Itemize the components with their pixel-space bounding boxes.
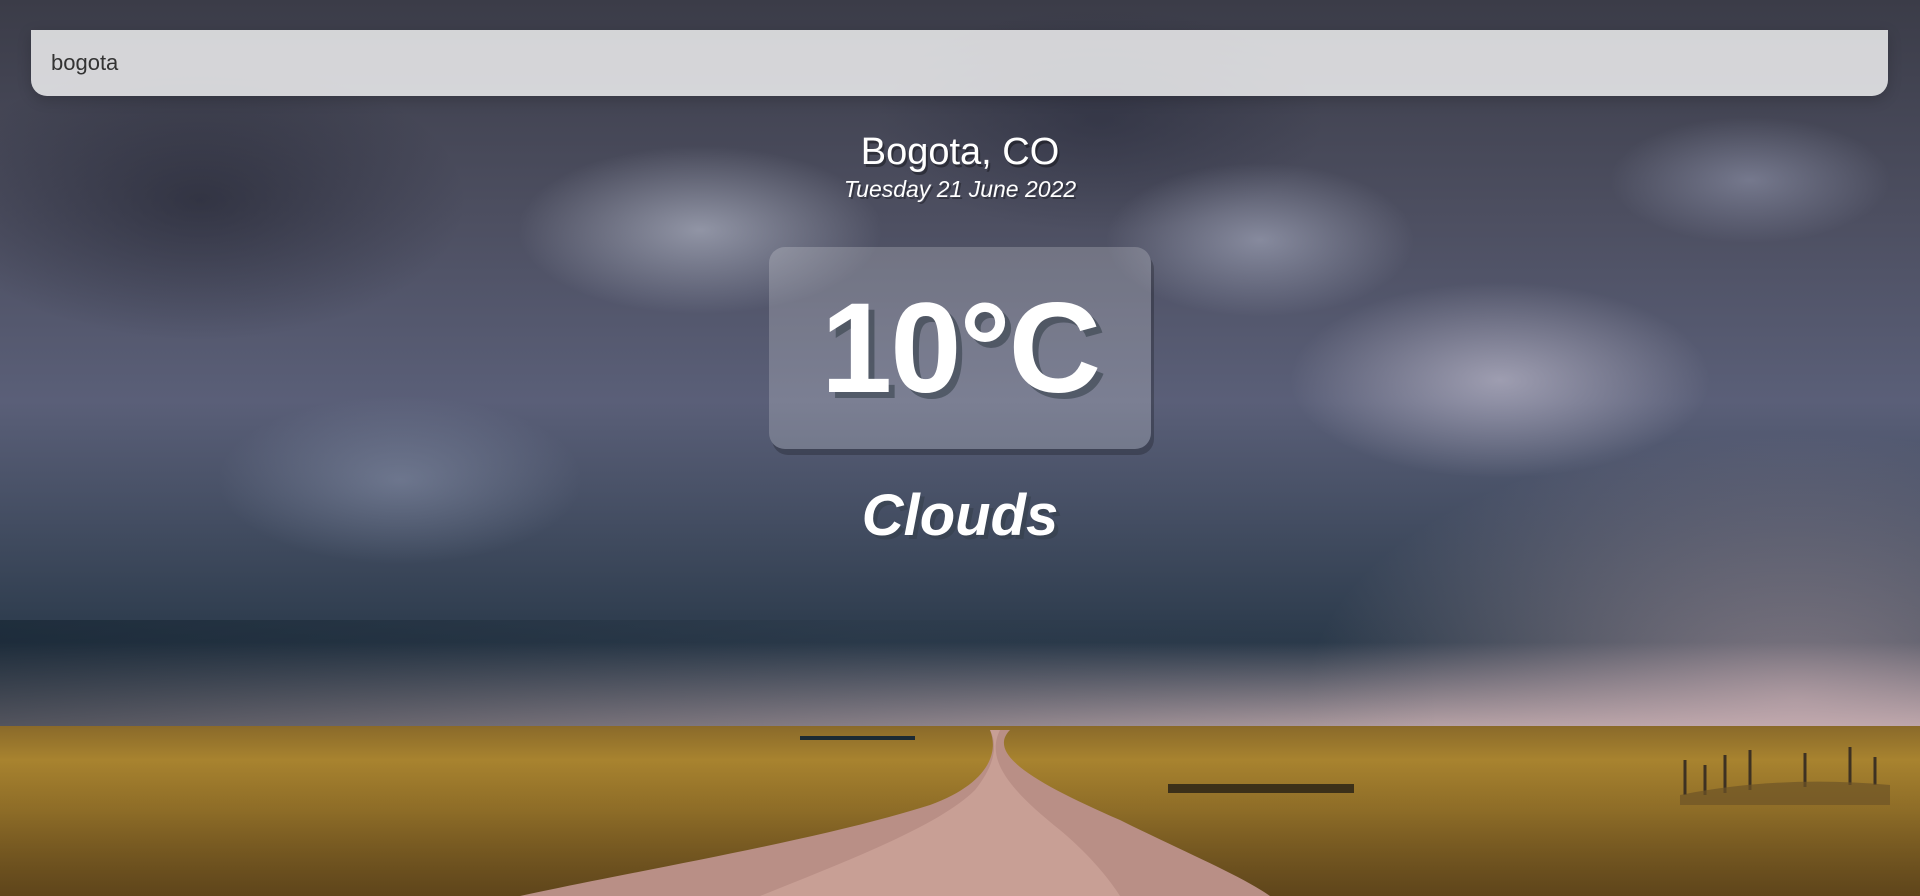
search-input[interactable] xyxy=(31,30,1888,96)
current-date: Tuesday 21 June 2022 xyxy=(843,176,1077,202)
dirt-road xyxy=(520,730,1270,896)
weather-condition: Clouds xyxy=(861,483,1059,548)
temperature-box: 10°C xyxy=(769,247,1151,449)
temperature-value: 10°C xyxy=(821,276,1101,420)
weather-app: Bogota, CO Tuesday 21 June 2022 10°C Clo… xyxy=(0,0,1920,896)
location-box: Bogota, CO Tuesday 21 June 2022 xyxy=(0,130,1920,204)
fence-posts xyxy=(1680,747,1890,805)
city-name: Bogota, CO xyxy=(860,131,1060,173)
